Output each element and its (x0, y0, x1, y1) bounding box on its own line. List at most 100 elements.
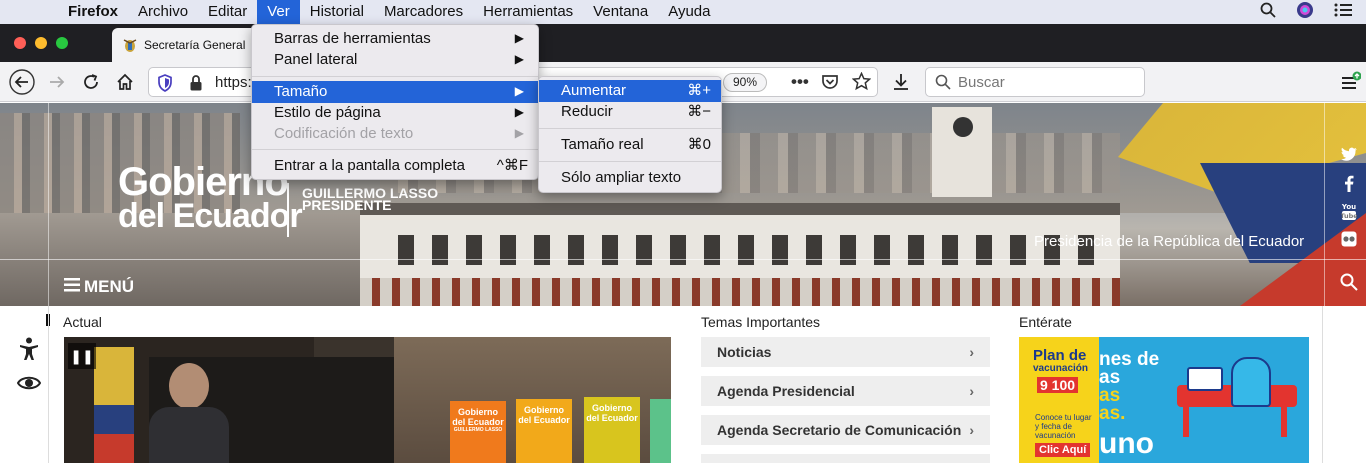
zoom-level-indicator[interactable]: 90% (723, 73, 767, 92)
accessibility-icon[interactable] (18, 337, 40, 366)
chevron-right-icon: › (969, 383, 974, 399)
view-menu-page-style[interactable]: Estilo de página ▶ (252, 102, 538, 124)
downloads-button[interactable] (887, 68, 915, 96)
topic-agenda-presidencial[interactable]: Agenda Presidencial › (701, 376, 990, 406)
search-input[interactable]: Buscar (925, 67, 1145, 97)
banner-plan-text2: y fecha de (1035, 422, 1072, 431)
zoom-menu-text-only[interactable]: Sólo ampliar texto (539, 167, 721, 189)
lock-icon[interactable] (189, 74, 203, 97)
video-panel-green (650, 399, 671, 463)
speaker-body (149, 407, 229, 463)
topic-agenda-secretario[interactable]: Agenda Secretario de Comunicación › (701, 415, 990, 445)
banner-plan-line2: vacunación (1033, 363, 1089, 374)
menu-ver[interactable]: Ver (257, 0, 300, 24)
zoom-menu-reduce[interactable]: Reducir ⌘− (539, 101, 721, 123)
minimize-window-button[interactable] (35, 37, 47, 49)
logo-line2: del Ecuador (118, 197, 303, 235)
menu-archivo[interactable]: Archivo (128, 0, 198, 24)
featured-video[interactable]: Gobierno del Ecuador GUILLERMO LASSO Gob… (64, 337, 671, 463)
back-button[interactable] (8, 68, 36, 96)
menu-ventana[interactable]: Ventana (583, 0, 658, 24)
banner-plan-numbers: 9 100 (1037, 377, 1079, 393)
zoom-menu-enlarge[interactable]: Aumentar ⌘+ (539, 80, 721, 102)
video-panel-sub: GUILLERMO LASSO (453, 427, 503, 433)
content-left-border (48, 306, 49, 463)
reload-button[interactable] (77, 68, 105, 96)
tab-active[interactable]: Secretaría General (112, 28, 262, 62)
vaccination-banner[interactable]: Plan de vacunación 9 100 Conoce tu lugar… (1019, 337, 1309, 463)
menu-ayuda[interactable]: Ayuda (658, 0, 720, 24)
siri-icon[interactable] (1296, 1, 1314, 24)
menu-item-label: Panel lateral (274, 51, 358, 68)
pocket-icon[interactable] (821, 73, 839, 96)
hero-tagline: Presidencia de la República del Ecuador (1034, 233, 1305, 250)
menu-button[interactable]: MENÚ (64, 277, 134, 297)
page-actions-icon[interactable]: ••• (791, 72, 809, 92)
svg-text:Tube: Tube (1341, 212, 1357, 220)
submenu-arrow-icon: ▶ (514, 126, 524, 140)
banner-cta[interactable]: Clic Aquí (1035, 443, 1091, 457)
home-button[interactable] (111, 68, 139, 96)
submenu-arrow-icon: ▶ (514, 84, 524, 98)
zoom-window-button[interactable] (56, 37, 68, 49)
video-panel-line1b: Gobierno (524, 405, 564, 415)
topic-next-partial[interactable] (701, 454, 990, 463)
notification-center-icon[interactable] (1334, 3, 1352, 22)
menu-item-shortcut: ⌘− (687, 103, 711, 120)
topic-label: Noticias (717, 344, 772, 360)
hero-divider-right (1324, 103, 1325, 306)
view-menu-zoom[interactable]: Tamaño ▶ (252, 81, 538, 103)
hamburger-icon (64, 277, 80, 297)
tracking-protection-shield-icon[interactable] (157, 74, 173, 97)
banner-plan-text: Conoce tu lugar y fecha de vacunación (1035, 413, 1091, 440)
hero-divider-left (48, 103, 49, 306)
content-right-border (1322, 306, 1323, 463)
video-panel-line2: del Ecuador (452, 417, 504, 427)
forward-button[interactable] (43, 68, 71, 96)
view-menu-text-encoding: Codificación de texto ▶ (252, 123, 538, 145)
logo-separator (287, 183, 289, 237)
banner-plan-text1: Conoce tu lugar (1035, 413, 1092, 422)
facebook-icon[interactable] (1340, 175, 1358, 195)
eye-icon[interactable] (16, 375, 42, 396)
menu-historial[interactable]: Historial (300, 0, 374, 24)
logo-subtitle: GUILLERMO LASSO PRESIDENTE (302, 186, 438, 212)
section-title-enterate: Entérate (1019, 314, 1072, 330)
menu-item-label: Barras de herramientas (274, 30, 431, 47)
hero-divider-horizontal (0, 259, 1366, 260)
site-search-icon[interactable] (1340, 273, 1358, 294)
ecuador-coat-of-arms-icon (122, 37, 138, 53)
banner-plan-title: Plan de vacunación (1033, 347, 1089, 375)
menu-item-label: Sólo ampliar texto (561, 169, 682, 186)
zoom-menu-reset[interactable]: Tamaño real ⌘0 (539, 134, 721, 156)
menu-item-label: Aumentar (561, 82, 627, 99)
youtube-icon[interactable]: You Tube (1340, 201, 1358, 224)
menu-item-shortcut: ⌘0 (687, 136, 711, 153)
search-icon (935, 74, 951, 95)
tab-title: Secretaría General (144, 38, 246, 52)
tower-clock (953, 117, 973, 137)
topic-noticias[interactable]: Noticias › (701, 337, 990, 367)
banner-headline: nes de as as as. uno (1099, 350, 1159, 461)
view-menu-sidebar[interactable]: Panel lateral ▶ (252, 49, 538, 71)
banner-plan-line1: Plan de (1033, 347, 1087, 364)
url-text[interactable]: https: (215, 74, 252, 91)
menu-label: MENÚ (84, 277, 135, 296)
menu-herramientas[interactable]: Herramientas (473, 0, 583, 24)
chevron-right-icon: › (969, 344, 974, 360)
banner-illustration-desk-leg2 (1281, 407, 1287, 437)
close-window-button[interactable] (14, 37, 26, 49)
twitter-icon[interactable] (1340, 147, 1358, 164)
app-menu-button[interactable] (1336, 68, 1364, 96)
pause-button[interactable]: ❚❚ (68, 343, 96, 369)
flickr-icon[interactable] (1340, 231, 1358, 250)
menu-marcadores[interactable]: Marcadores (374, 0, 473, 24)
view-menu-toolbars[interactable]: Barras de herramientas ▶ (252, 28, 538, 50)
spotlight-search-icon[interactable] (1260, 2, 1276, 23)
view-menu-fullscreen[interactable]: Entrar a la pantalla completa ^⌘F (252, 155, 538, 177)
bookmark-star-icon[interactable] (851, 71, 872, 96)
submenu-arrow-icon: ▶ (514, 105, 524, 119)
menu-separator (252, 76, 538, 77)
menu-editar[interactable]: Editar (198, 0, 257, 24)
menu-firefox[interactable]: Firefox (58, 0, 128, 24)
